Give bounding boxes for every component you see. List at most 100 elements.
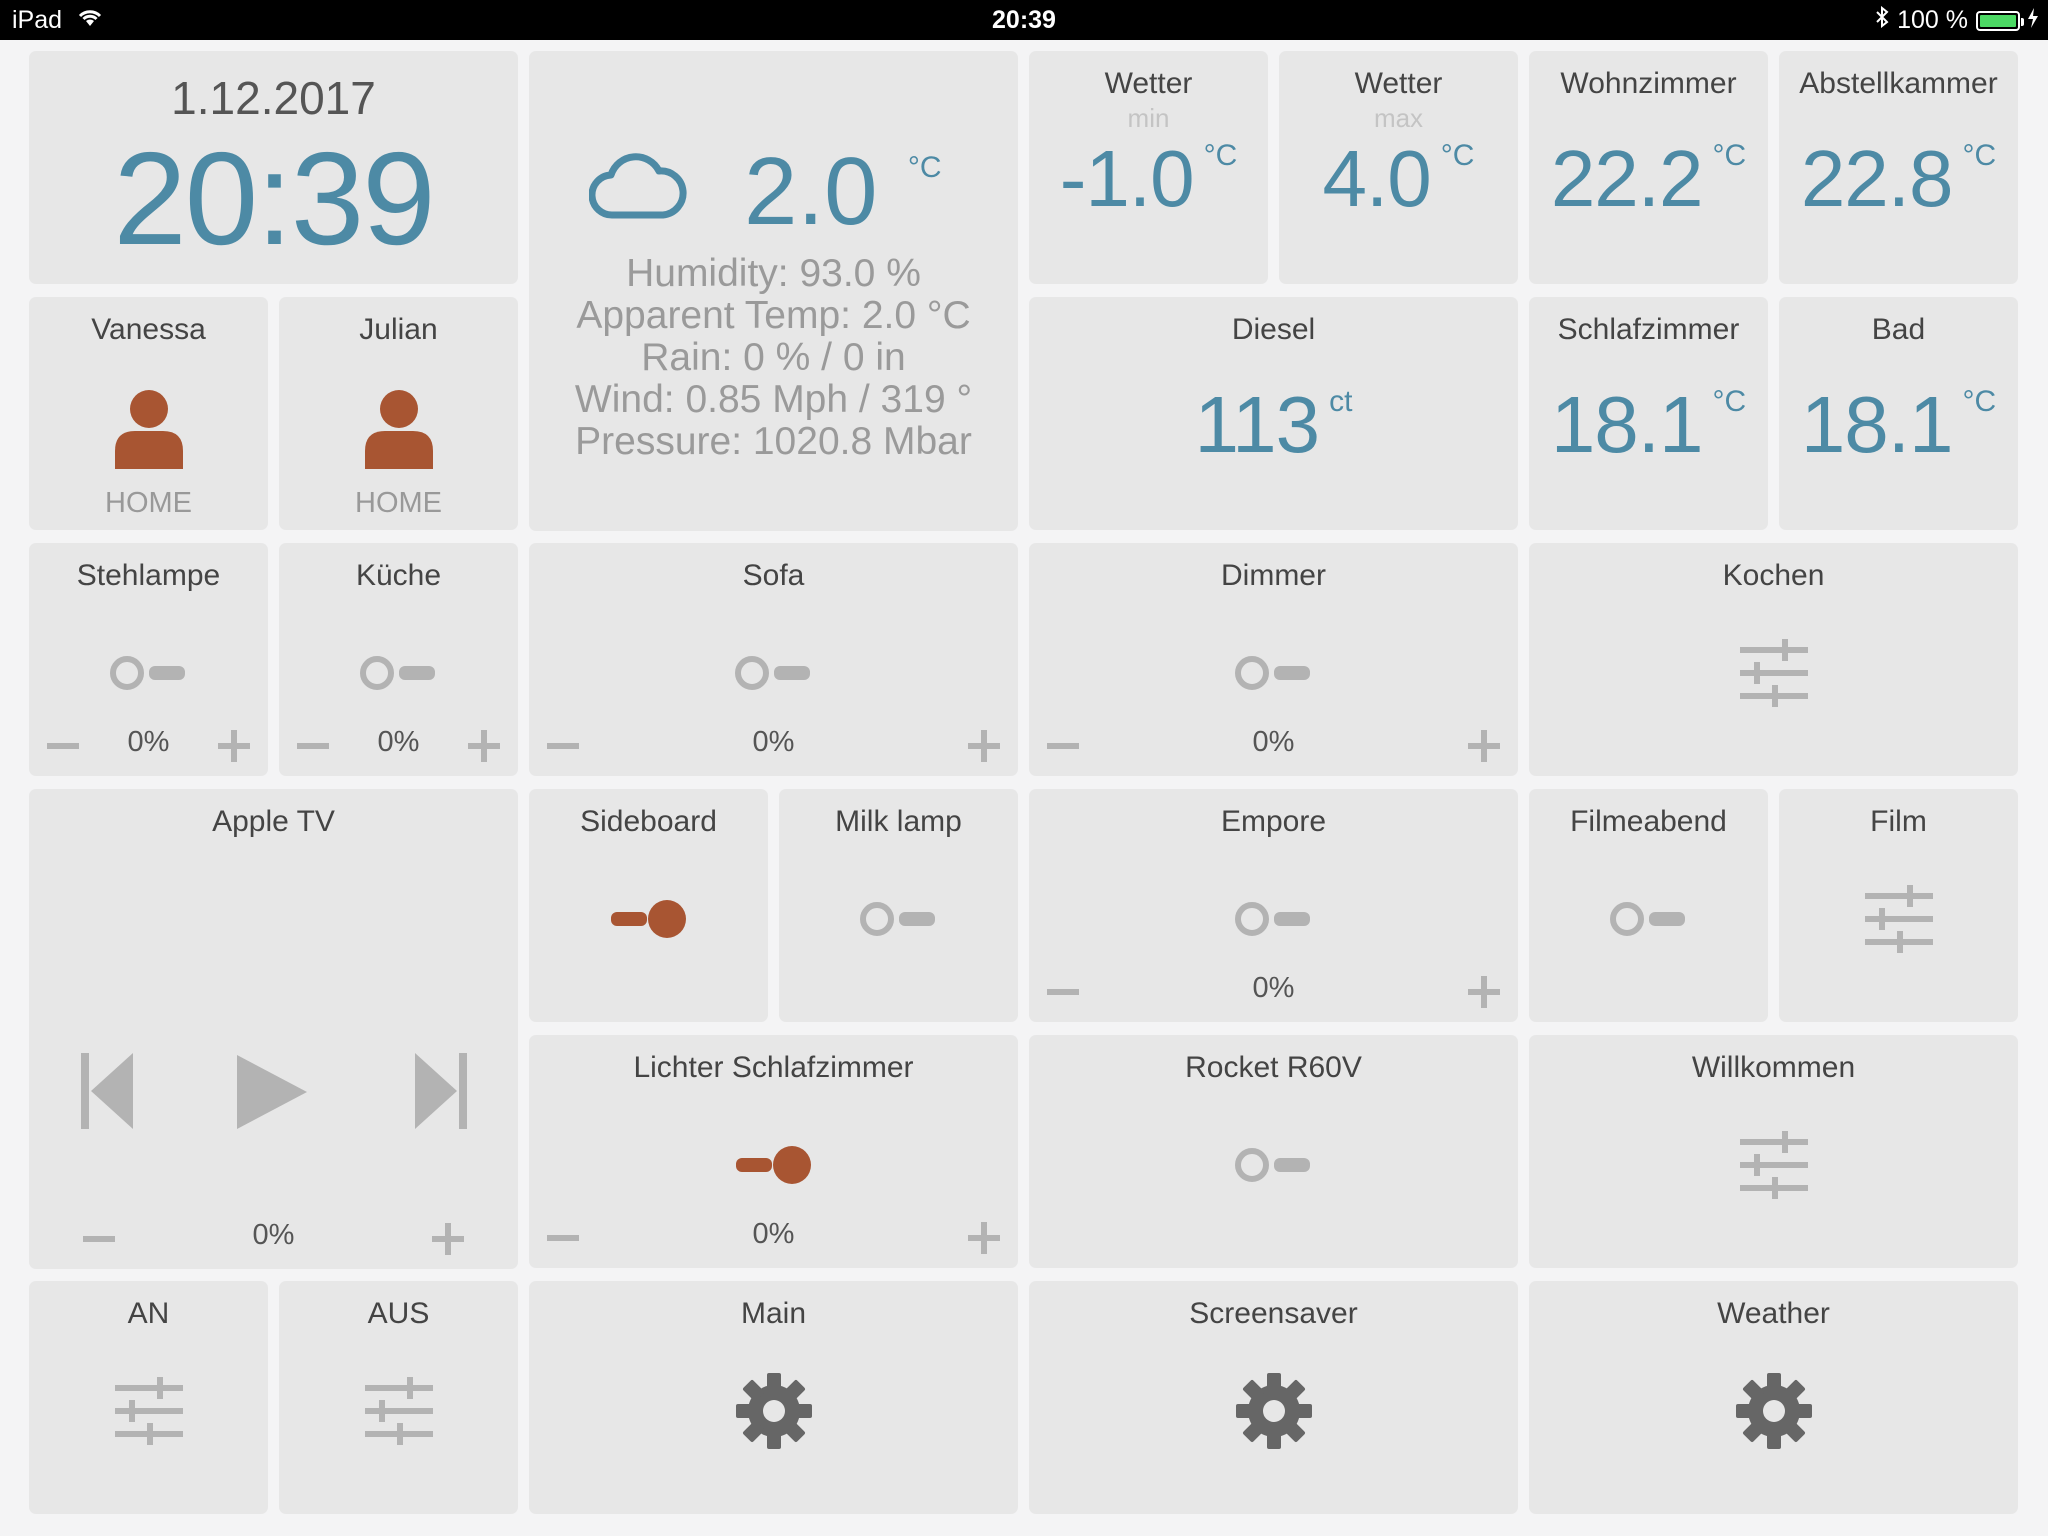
play-icon[interactable] <box>235 1053 309 1136</box>
switch-sideboard[interactable]: Sideboard <box>529 789 768 1022</box>
dimmer-stehlampe[interactable]: Stehlampe 0% <box>29 543 268 776</box>
sliders-icon <box>29 1375 268 1447</box>
cloudy-night-icon <box>588 131 693 228</box>
presence-julian[interactable]: Julian HOME <box>279 297 518 530</box>
tile-subtitle: max <box>1373 103 1424 133</box>
weather-pressure: Pressure: 1020.8 Mbar <box>575 420 972 463</box>
dimmer-kueche[interactable]: Küche 0% <box>279 543 518 776</box>
switch-filmeabend[interactable]: Filmeabend <box>1529 789 1768 1022</box>
tile-title: Film <box>1870 805 1927 838</box>
dim-up-button[interactable] <box>1466 974 1502 1010</box>
sensor-schlafzimmer[interactable]: Schlafzimmer 18.1 °C <box>1529 297 1768 530</box>
tile-title: Küche <box>355 559 442 592</box>
tile-title: Main <box>740 1297 807 1330</box>
toggle-off-icon[interactable] <box>529 653 1018 693</box>
tile-title: Bad <box>1871 313 1926 346</box>
dim-up-button[interactable] <box>1466 728 1502 764</box>
weather-tile[interactable]: 2.0 °C Humidity: 93.0 % Apparent Temp: 2… <box>529 51 1018 531</box>
tile-title: Sideboard <box>580 805 717 838</box>
dim-level: 0% <box>752 726 795 758</box>
tile-title: Milk lamp <box>835 805 962 838</box>
sensor-value: -1.0 °C <box>1059 134 1238 223</box>
sensor-abstellkammer[interactable]: Abstellkammer 22.8 °C <box>1779 51 2018 284</box>
sliders-icon <box>1529 1129 2018 1201</box>
scene-an[interactable]: AN <box>29 1281 268 1514</box>
person-icon <box>279 389 518 469</box>
bluetooth-icon <box>1875 5 1889 35</box>
previous-track-icon[interactable] <box>79 1051 135 1136</box>
battery-percent: 100 % <box>1897 6 1968 34</box>
tile-title: Kochen <box>1722 559 1825 592</box>
dimmer-dimmer[interactable]: Dimmer 0% <box>1029 543 1518 776</box>
dimmer-empore[interactable]: Empore 0% <box>1029 789 1518 1022</box>
sensor-wohnzimmer[interactable]: Wohnzimmer 22.2 °C <box>1529 51 1768 284</box>
toggle-on-icon[interactable] <box>529 1143 1018 1187</box>
tile-subtitle: min <box>1127 103 1170 133</box>
tile-title: Wetter <box>1104 67 1193 100</box>
weather-wind: Wind: 0.85 Mph / 319 ° <box>574 378 973 421</box>
scene-willkommen[interactable]: Willkommen <box>1529 1035 2018 1268</box>
toggle-off-icon[interactable] <box>1029 653 1518 693</box>
sliders-icon <box>1529 637 2018 709</box>
tile-title: AUS <box>367 1297 430 1330</box>
dimmer-sofa[interactable]: Sofa 0% <box>529 543 1018 776</box>
gear-icon <box>1029 1371 1518 1451</box>
sensor-wetter-min[interactable]: Wetter min -1.0 °C <box>1029 51 1268 284</box>
tile-title: Diesel <box>1231 313 1316 346</box>
status-bar: iPad 20:39 100 % <box>0 0 2048 40</box>
tile-title: Weather <box>1717 1297 1830 1330</box>
sensor-wetter-max[interactable]: Wetter max 4.0 °C <box>1279 51 1518 284</box>
tile-title: Willkommen <box>1691 1051 1856 1084</box>
toggle-off-icon[interactable] <box>279 653 518 693</box>
weather-humidity: Humidity: 93.0 % <box>626 252 921 295</box>
sensor-value: 18.1 °C <box>1550 380 1747 469</box>
dim-level: 0% <box>1252 972 1295 1004</box>
toggle-off-icon[interactable] <box>1529 899 1768 939</box>
sensor-value: 4.0 °C <box>1322 134 1475 223</box>
tile-title: Vanessa <box>91 313 206 346</box>
scene-film[interactable]: Film <box>1779 789 2018 1022</box>
next-track-icon[interactable] <box>413 1051 469 1136</box>
weather-rain: Rain: 0 % / 0 in <box>641 336 906 379</box>
scene-aus[interactable]: AUS <box>279 1281 518 1514</box>
charging-icon <box>2028 6 2038 35</box>
volume-up-button[interactable] <box>430 1221 466 1257</box>
nav-screensaver[interactable]: Screensaver <box>1029 1281 1518 1514</box>
sliders-icon <box>279 1375 518 1447</box>
media-apple-tv[interactable]: Apple TV 0% <box>29 789 518 1269</box>
toggle-on-icon[interactable] <box>529 897 768 941</box>
toggle-off-icon[interactable] <box>1029 1145 1518 1185</box>
dim-up-button[interactable] <box>966 1220 1002 1256</box>
toggle-off-icon[interactable] <box>779 899 1018 939</box>
tile-title: Empore <box>1220 805 1327 838</box>
gear-icon <box>529 1371 1018 1451</box>
presence-state: HOME <box>355 487 442 519</box>
clock-date: 1.12.2017 <box>171 72 376 124</box>
switch-rocket-r60v[interactable]: Rocket R60V <box>1029 1035 1518 1268</box>
sensor-value: 18.1 °C <box>1800 380 1997 469</box>
toggle-off-icon[interactable] <box>1029 899 1518 939</box>
dim-up-button[interactable] <box>966 728 1002 764</box>
battery-icon <box>1976 10 2024 31</box>
nav-weather[interactable]: Weather <box>1529 1281 2018 1514</box>
tile-title: Wohnzimmer <box>1560 67 1737 100</box>
tile-title: Filmeabend <box>1570 805 1727 838</box>
dim-up-button[interactable] <box>216 728 252 764</box>
sensor-bad[interactable]: Bad 18.1 °C <box>1779 297 2018 530</box>
gear-icon <box>1529 1371 2018 1451</box>
tile-title: Schlafzimmer <box>1557 313 1740 346</box>
nav-main[interactable]: Main <box>529 1281 1018 1514</box>
status-time: 20:39 <box>992 6 1056 34</box>
toggle-off-icon[interactable] <box>29 653 268 693</box>
weather-apparent-temp: Apparent Temp: 2.0 °C <box>576 294 971 337</box>
dimmer-lichter-schlafzimmer[interactable]: Lichter Schlafzimmer 0% <box>529 1035 1018 1268</box>
dim-level: 0% <box>752 1218 795 1250</box>
weather-details: Humidity: 93.0 % Apparent Temp: 2.0 °C R… <box>529 253 1018 463</box>
sensor-diesel[interactable]: Diesel 113 ct <box>1029 297 1518 530</box>
presence-vanessa[interactable]: Vanessa HOME <box>29 297 268 530</box>
tile-title: Dimmer <box>1221 559 1326 592</box>
dim-up-button[interactable] <box>466 728 502 764</box>
switch-milk-lamp[interactable]: Milk lamp <box>779 789 1018 1022</box>
sensor-value: 113 ct <box>1194 380 1353 469</box>
scene-kochen[interactable]: Kochen <box>1529 543 2018 776</box>
